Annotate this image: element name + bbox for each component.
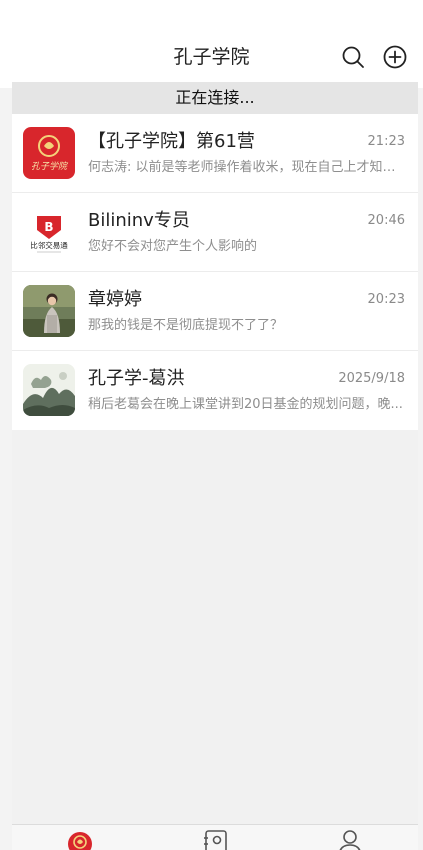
plus-circle-icon bbox=[383, 45, 407, 69]
avatar bbox=[23, 364, 75, 416]
avatar: B 比邻交易通 bbox=[23, 206, 75, 258]
chat-time: 2025/9/18 bbox=[338, 371, 405, 386]
avatar bbox=[23, 285, 75, 337]
contacts-icon bbox=[204, 830, 227, 850]
avatar-logo-text: 孔子学院 bbox=[31, 161, 69, 172]
add-button[interactable] bbox=[382, 44, 408, 70]
search-button[interactable] bbox=[340, 44, 366, 70]
chat-name: 孔子学-葛洪 bbox=[88, 368, 185, 389]
tab-chats[interactable] bbox=[65, 829, 95, 850]
bottom-tab-bar bbox=[12, 824, 418, 850]
chat-name: 章婷婷 bbox=[88, 289, 142, 310]
search-icon bbox=[342, 46, 364, 68]
chat-item-kongzi-61[interactable]: 孔子学院 【孔子学院】第61营 21:23 何志涛: 以前是等老师操作着收米，现… bbox=[12, 114, 418, 193]
chat-preview: 您好不会对您产生个人影响的 bbox=[88, 239, 258, 254]
chat-preview: 那我的钱是不是彻底提现不了了？ bbox=[88, 318, 284, 333]
chat-time: 20:46 bbox=[367, 213, 405, 228]
chat-preview: 稍后老葛会在晚上课堂讲到20日基金的规划问题，晚... bbox=[88, 397, 403, 412]
connection-status: 正在连接... bbox=[12, 82, 418, 114]
chat-name: Bilininv专员 bbox=[88, 210, 190, 231]
tab-me[interactable] bbox=[335, 829, 365, 850]
chat-time: 20:23 bbox=[367, 292, 405, 307]
chat-time: 21:23 bbox=[367, 134, 405, 149]
chat-list: 孔子学院 【孔子学院】第61营 21:23 何志涛: 以前是等老师操作着收米，现… bbox=[12, 114, 418, 430]
chat-item-bilininv[interactable]: B 比邻交易通 Bilininv专员 20:46 您好不会对您产生个人影响的 bbox=[12, 193, 418, 272]
chat-item-zhang-tingting[interactable]: 章婷婷 20:23 那我的钱是不是彻底提现不了了？ bbox=[12, 272, 418, 351]
avatar: 孔子学院 bbox=[23, 127, 75, 179]
avatar-logo-text: 比邻交易通 bbox=[30, 240, 68, 250]
svg-text:B: B bbox=[44, 220, 53, 234]
chat-name: 【孔子学院】第61营 bbox=[88, 131, 255, 152]
chats-logo-icon bbox=[68, 832, 92, 850]
tab-contacts[interactable] bbox=[201, 829, 231, 850]
top-app-bar: 孔子学院 bbox=[0, 0, 423, 88]
profile-icon bbox=[339, 830, 361, 850]
chat-preview: 何志涛: 以前是等老师操作着收米，现在自己上才知道... bbox=[88, 160, 404, 175]
chat-item-ge-hong[interactable]: 孔子学-葛洪 2025/9/18 稍后老葛会在晚上课堂讲到20日基金的规划问题，… bbox=[12, 351, 418, 430]
